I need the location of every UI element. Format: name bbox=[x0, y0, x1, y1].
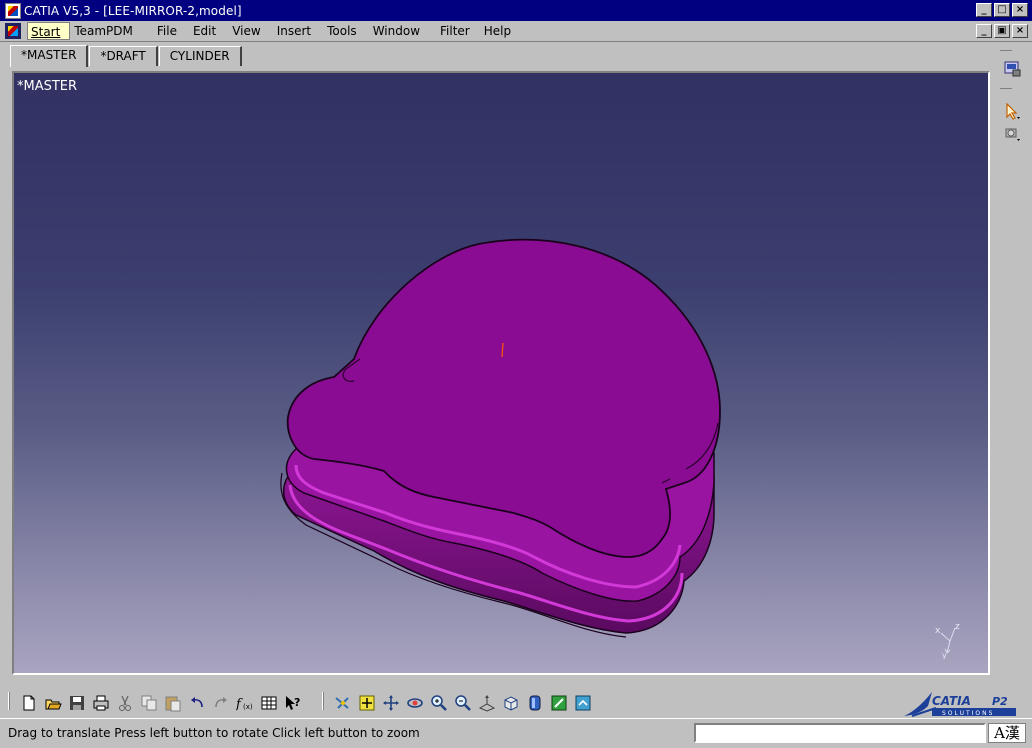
hide-show-icon[interactable] bbox=[550, 694, 568, 712]
menu-filter[interactable]: Filter bbox=[430, 22, 480, 40]
zoom-in-icon[interactable] bbox=[430, 694, 448, 712]
undo-icon[interactable] bbox=[188, 694, 206, 712]
document-icon[interactable] bbox=[5, 23, 21, 39]
svg-text:SOLUTIONS: SOLUTIONS bbox=[942, 710, 994, 717]
command-input[interactable] bbox=[694, 723, 986, 743]
menu-tools[interactable]: Tools bbox=[321, 22, 367, 40]
svg-text:(x): (x) bbox=[243, 703, 253, 711]
print-icon[interactable] bbox=[92, 694, 110, 712]
svg-text:f: f bbox=[236, 697, 243, 712]
doc-minimize-button[interactable]: _ bbox=[976, 24, 992, 38]
svg-text:CATIA: CATIA bbox=[932, 694, 971, 708]
axis-z-label: z bbox=[955, 622, 960, 632]
3d-viewport[interactable]: *MASTER x z y bbox=[12, 71, 990, 675]
fit-all-icon[interactable] bbox=[358, 694, 376, 712]
menu-help[interactable]: Help bbox=[480, 22, 521, 40]
zoom-out-icon[interactable] bbox=[454, 694, 472, 712]
open-icon[interactable] bbox=[44, 694, 62, 712]
paste-icon[interactable] bbox=[164, 694, 182, 712]
select-arrow-icon[interactable] bbox=[1003, 102, 1021, 120]
table-icon[interactable] bbox=[260, 694, 278, 712]
menu-start[interactable]: Start bbox=[27, 22, 71, 40]
new-icon[interactable] bbox=[20, 694, 38, 712]
window-title: CATIA V5,3 - [LEE-MIRROR-2,model] bbox=[24, 3, 242, 18]
catia-app-icon[interactable] bbox=[5, 2, 21, 19]
analysis-icon[interactable] bbox=[1003, 124, 1021, 142]
formula-icon[interactable]: f (x) bbox=[236, 694, 254, 712]
main-frame: *MASTER *DRAFT CYLINDER *MASTER x z y f … bbox=[0, 42, 1032, 718]
document-tabs: *MASTER *DRAFT CYLINDER bbox=[10, 45, 243, 68]
workbench-icon[interactable] bbox=[1003, 60, 1021, 78]
tab-cylinder[interactable]: CYLINDER bbox=[158, 46, 242, 66]
pan-icon[interactable] bbox=[382, 694, 400, 712]
status-bar: Drag to translate Press left button to r… bbox=[0, 718, 1032, 748]
toolbar-grip[interactable] bbox=[322, 692, 324, 710]
render-style-icon[interactable] bbox=[526, 694, 544, 712]
close-button[interactable]: × bbox=[1012, 3, 1028, 17]
menu-window[interactable]: Window bbox=[367, 22, 430, 40]
axis-y-label: y bbox=[942, 651, 947, 659]
minimize-button[interactable]: _ bbox=[976, 3, 992, 17]
save-icon[interactable] bbox=[68, 694, 86, 712]
svg-text:?: ? bbox=[294, 696, 300, 709]
redo-icon[interactable] bbox=[212, 694, 230, 712]
menu-view[interactable]: View bbox=[226, 22, 270, 40]
svg-text:P2: P2 bbox=[992, 695, 1008, 708]
cut-icon[interactable] bbox=[116, 694, 134, 712]
toolbar-separator bbox=[1000, 88, 1012, 89]
title-bar: CATIA V5,3 - [LEE-MIRROR-2,model] _ □ × bbox=[0, 0, 1032, 21]
swap-visible-icon[interactable] bbox=[574, 694, 592, 712]
normal-view-icon[interactable] bbox=[478, 694, 496, 712]
copy-icon[interactable] bbox=[140, 694, 158, 712]
axis-compass[interactable]: x z y bbox=[934, 621, 968, 659]
ime-indicator[interactable]: A漢 bbox=[988, 723, 1026, 743]
tab-master[interactable]: *MASTER bbox=[10, 45, 89, 67]
bottom-toolbar: f (x) ? CATIA P2 SOLUTIONS bbox=[0, 688, 1032, 718]
menu-insert[interactable]: Insert bbox=[271, 22, 321, 40]
menu-file[interactable]: File bbox=[143, 22, 187, 40]
toolbar-grip[interactable] bbox=[8, 692, 10, 710]
axis-x-label: x bbox=[935, 626, 941, 636]
tab-draft[interactable]: *DRAFT bbox=[89, 46, 158, 66]
status-message: Drag to translate Press left button to r… bbox=[8, 726, 420, 740]
menu-bar: Start TeamPDM File Edit View Insert Tool… bbox=[0, 21, 1032, 42]
doc-close-button[interactable]: × bbox=[1012, 24, 1028, 38]
maximize-button[interactable]: □ bbox=[994, 3, 1010, 17]
rotate-icon[interactable] bbox=[406, 694, 424, 712]
right-toolbar bbox=[996, 42, 1032, 682]
fly-mode-icon[interactable] bbox=[334, 694, 352, 712]
view-cube-icon[interactable] bbox=[502, 694, 520, 712]
menu-edit[interactable]: Edit bbox=[187, 22, 226, 40]
menu-teampdm[interactable]: TeamPDM bbox=[70, 22, 143, 40]
whats-this-icon[interactable]: ? bbox=[284, 694, 302, 712]
doc-restore-button[interactable]: ▣ bbox=[994, 24, 1010, 38]
toolbar-separator bbox=[1000, 50, 1012, 51]
catia-p2-logo: CATIA P2 SOLUTIONS bbox=[904, 692, 1016, 717]
part-model[interactable] bbox=[14, 73, 988, 673]
